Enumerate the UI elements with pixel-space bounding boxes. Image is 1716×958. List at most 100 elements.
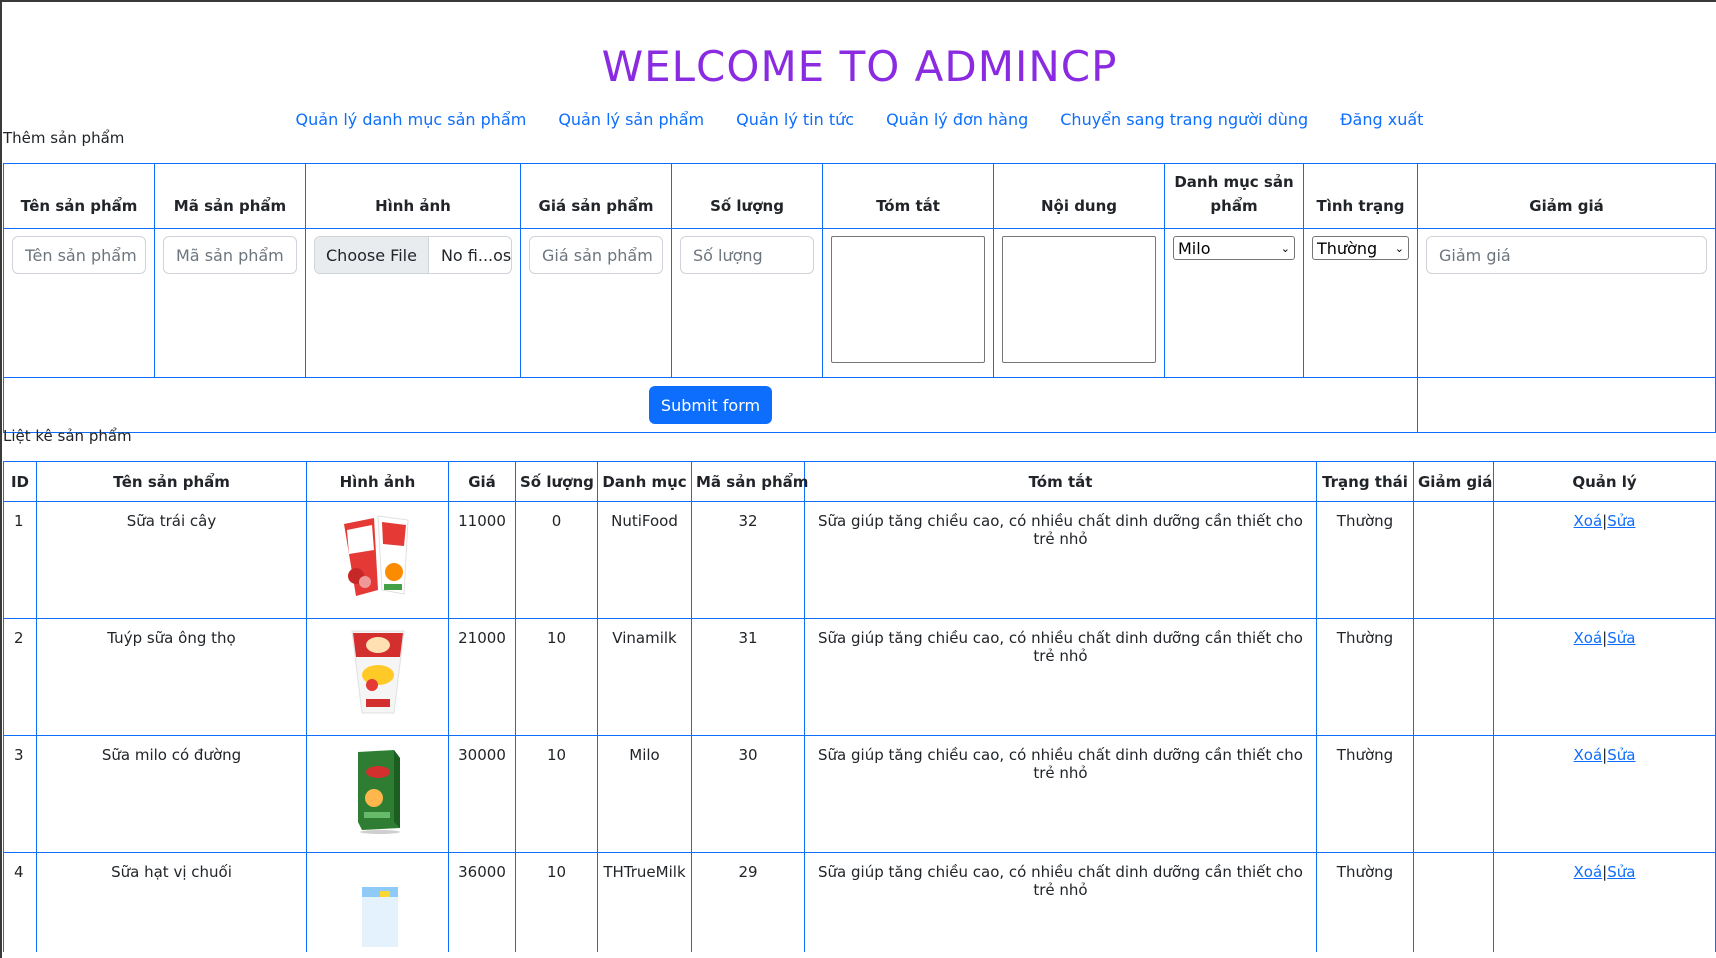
product-list-label: Liệt kê sản phẩm [3, 427, 132, 445]
cell-status: Thường [1316, 618, 1414, 736]
table-row: 3 Sữa milo có đường 30000 10 Milo 30 Sữa… [3, 735, 1716, 853]
cell-quantity: 0 [515, 501, 598, 619]
form-header: Nội dung [993, 163, 1165, 229]
content-textarea[interactable] [1002, 236, 1156, 363]
nav-news-management[interactable]: Quản lý tin tức [736, 110, 854, 129]
cell-category: THTrueMilk [597, 852, 692, 952]
form-header: Giá sản phẩm [520, 163, 672, 229]
cell-summary: Sữa giúp tăng chiều cao, có nhiều chất d… [804, 852, 1317, 952]
ong-tho-milk-tube-image [334, 627, 422, 719]
edit-link[interactable]: Sửa [1607, 512, 1635, 530]
column-header: Giá [448, 461, 516, 502]
form-header: Giảm giá [1417, 163, 1716, 229]
milo-box-image [334, 744, 422, 836]
cell-name: Sữa trái cây [36, 501, 307, 619]
cell-quantity: 10 [515, 852, 598, 952]
th-truemilk-banana-image [334, 861, 422, 952]
cell-discount [1413, 501, 1494, 619]
cell-price: 36000 [448, 852, 516, 952]
status-select[interactable]: Thường ⌄ [1312, 236, 1409, 260]
cell-image [306, 852, 449, 952]
delete-link[interactable]: Xoá [1574, 629, 1603, 647]
cell-image [306, 618, 449, 736]
edit-link[interactable]: Sửa [1607, 746, 1635, 764]
cell-discount [1413, 852, 1494, 952]
discount-input[interactable]: Giảm giá [1426, 236, 1707, 274]
cell-summary: Sữa giúp tăng chiều cao, có nhiều chất d… [804, 618, 1317, 736]
cell-code: 29 [691, 852, 805, 952]
form-header: Hình ảnh [305, 163, 521, 229]
nav-logout[interactable]: Đăng xuất [1340, 110, 1423, 129]
image-file-input[interactable]: Choose File No fi...osen [314, 236, 512, 274]
summary-textarea[interactable] [831, 236, 985, 363]
quantity-input[interactable]: Số lượng [680, 236, 814, 274]
form-submit-row: Submit form [3, 377, 1716, 433]
cell-actions: Xoá|Sửa [1493, 852, 1716, 952]
category-select[interactable]: Milo ⌄ [1173, 236, 1295, 260]
cell-category: Vinamilk [597, 618, 692, 736]
cell-name: Sữa hạt vị chuối [36, 852, 307, 952]
cell-category: Milo [597, 735, 692, 853]
form-header: Tình trạng [1303, 163, 1418, 229]
cell-status: Thường [1316, 735, 1414, 853]
cell-code: 30 [691, 735, 805, 853]
cell-actions: Xoá|Sửa [1493, 501, 1716, 619]
column-header: Trạng thái [1316, 461, 1414, 502]
list-header-row: ID Tên sản phẩm Hình ảnh Giá Số lượng Da… [3, 461, 1716, 502]
page-title: WELCOME TO ADMINCP [601, 42, 1118, 91]
column-header: Quản lý [1493, 461, 1716, 502]
cell-category: NutiFood [597, 501, 692, 619]
form-header: Tóm tắt [822, 163, 994, 229]
column-header: ID [3, 461, 37, 502]
cell-id: 1 [3, 501, 37, 619]
cell-summary: Sữa giúp tăng chiều cao, có nhiều chất d… [804, 501, 1317, 619]
add-product-label: Thêm sản phẩm [3, 129, 125, 147]
cell-quantity: 10 [515, 618, 598, 736]
cell-status: Thường [1316, 852, 1414, 952]
form-header-row: Tên sản phẩm Mã sản phẩm Hình ảnh Giá sả… [3, 163, 1716, 229]
form-header: Số lượng [671, 163, 823, 229]
nav-order-management[interactable]: Quản lý đơn hàng [886, 110, 1028, 129]
column-header: Mã sản phẩm [691, 461, 808, 502]
price-input[interactable]: Giá sản phẩm [529, 236, 663, 274]
delete-link[interactable]: Xoá [1574, 746, 1603, 764]
cell-actions: Xoá|Sửa [1493, 735, 1716, 853]
cell-id: 3 [3, 735, 37, 853]
nav-product-management[interactable]: Quản lý sản phẩm [558, 110, 704, 129]
form-header: Tên sản phẩm [3, 163, 155, 229]
file-name-label: No fi...osen [440, 245, 512, 265]
form-input-row: Tên sản phẩm Mã sản phẩm Choose File No … [3, 228, 1716, 378]
status-select-value: Thường [1317, 238, 1378, 258]
cell-status: Thường [1316, 501, 1414, 619]
product-name-input[interactable]: Tên sản phẩm [12, 236, 146, 274]
choose-file-button[interactable]: Choose File [315, 237, 429, 273]
form-header: Danh mục sản phẩm [1164, 163, 1304, 229]
product-list-table: ID Tên sản phẩm Hình ảnh Giá Số lượng Da… [3, 461, 1716, 952]
cell-price: 21000 [448, 618, 516, 736]
column-header: Số lượng [515, 461, 598, 502]
cell-name: Sữa milo có đường [36, 735, 307, 853]
cell-discount [1413, 618, 1494, 736]
add-product-form: Tên sản phẩm Mã sản phẩm Hình ảnh Giá sả… [3, 163, 1716, 433]
edit-link[interactable]: Sửa [1607, 629, 1635, 647]
category-select-value: Milo [1178, 238, 1211, 258]
cell-summary: Sữa giúp tăng chiều cao, có nhiều chất d… [804, 735, 1317, 853]
column-header: Giảm giá [1413, 461, 1494, 502]
cell-image [306, 735, 449, 853]
cell-quantity: 10 [515, 735, 598, 853]
nav-switch-to-user[interactable]: Chuyển sang trang người dùng [1060, 110, 1308, 129]
cell-actions: Xoá|Sửa [1493, 618, 1716, 736]
table-row: 1 Sữa trái cây 11000 0 NutiFood 32 Sữa g… [3, 501, 1716, 619]
delete-link[interactable]: Xoá [1574, 512, 1603, 530]
column-header: Danh mục [597, 461, 692, 502]
nav-category-management[interactable]: Quản lý danh mục sản phẩm [296, 110, 527, 129]
cell-code: 32 [691, 501, 805, 619]
nutifood-fruit-milk-image [334, 510, 422, 602]
product-code-input[interactable]: Mã sản phẩm [163, 236, 297, 274]
table-row: 2 Tuýp sữa ông thọ 21000 10 Vinamilk 31 … [3, 618, 1716, 736]
form-header: Mã sản phẩm [154, 163, 306, 229]
column-header: Tóm tắt [804, 461, 1317, 502]
submit-form-button[interactable]: Submit form [648, 386, 773, 424]
delete-link[interactable]: Xoá [1574, 863, 1603, 881]
edit-link[interactable]: Sửa [1607, 863, 1635, 881]
